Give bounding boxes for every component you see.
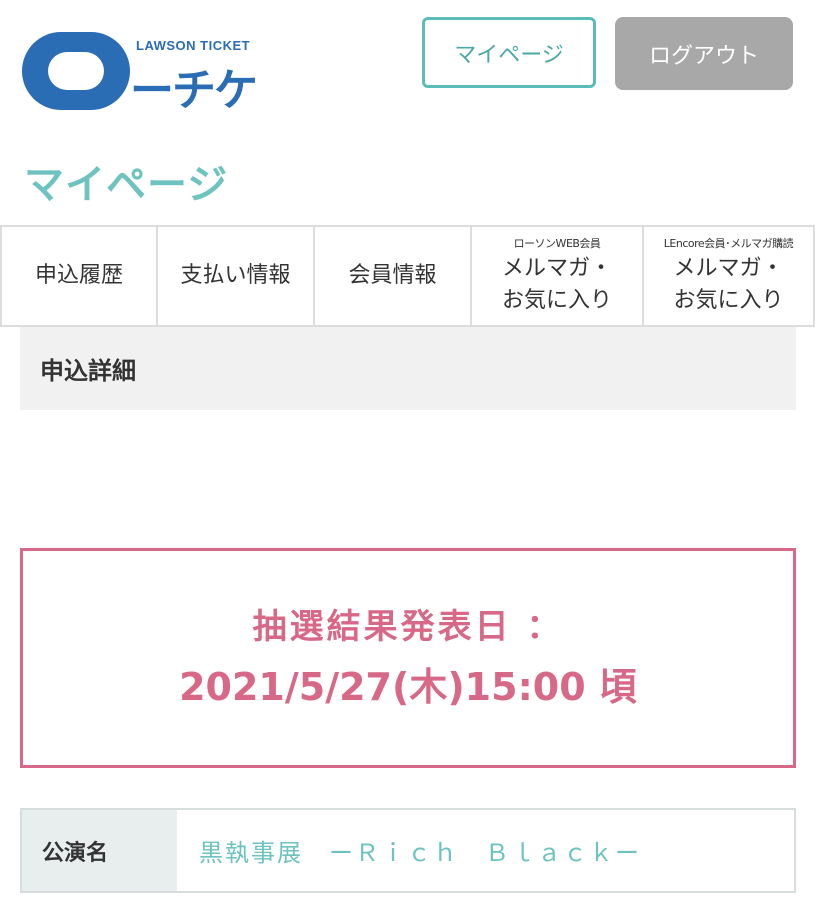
performance-name-key: 公演名 <box>22 810 177 891</box>
tab-sublabel: ローソンWEB会員 <box>513 237 601 250</box>
tab-label-line2: お気に入り <box>673 288 784 313</box>
tab-application-history[interactable]: 申込履歴 <box>0 227 158 325</box>
tab-label-line1: メルマガ・ <box>673 256 784 281</box>
tab-label: 会員情報 <box>348 263 437 288</box>
page-title: マイページ <box>24 162 229 208</box>
tab-lencore-mailmag[interactable]: LEncore会員･メルマガ購読 メルマガ・ お気に入り <box>644 227 815 325</box>
performance-info-row: 公演名 黒執事展 ーＲｉｃｈ Ｂｌａｃｋー <box>20 808 796 893</box>
tab-sublabel: LEncore会員･メルマガ購読 <box>663 237 794 250</box>
header: LAWSON TICKET ーチケ マイページ ログアウト <box>0 0 815 140</box>
lottery-result-date: 2021/5/27(木)15:00 頃 <box>179 665 637 709</box>
tab-member-info[interactable]: 会員情報 <box>315 227 472 325</box>
tab-label: 申込履歴 <box>34 263 123 288</box>
performance-name-value: 黒執事展 ーＲｉｃｈ Ｂｌａｃｋー <box>199 839 641 867</box>
tab-label-line1: メルマガ・ <box>501 256 612 281</box>
logo-brand-text: LAWSON TICKET <box>136 38 251 53</box>
tab-label-line2: お気に入り <box>501 288 612 313</box>
lottery-result-label: 抽選結果発表日 ： <box>252 607 564 647</box>
mypage-tabs: 申込履歴 支払い情報 会員情報 ローソンWEB会員 メルマガ・ お気に入り LE… <box>0 225 815 327</box>
lawson-ticket-logo[interactable]: LAWSON TICKET ーチケ <box>18 22 268 117</box>
logo-main-text: ーチケ <box>130 65 258 116</box>
logout-button[interactable]: ログアウト <box>615 17 793 90</box>
logo-o-icon <box>22 32 130 110</box>
mypage-button[interactable]: マイページ <box>422 17 596 88</box>
section-heading: 申込詳細 <box>20 327 796 410</box>
tab-label: 支払い情報 <box>180 263 291 288</box>
tab-web-member-mailmag[interactable]: ローソンWEB会員 メルマガ・ お気に入り <box>472 227 644 325</box>
lottery-result-box: 抽選結果発表日 ： 2021/5/27(木)15:00 頃 <box>20 548 796 768</box>
tab-payment-info[interactable]: 支払い情報 <box>158 227 315 325</box>
